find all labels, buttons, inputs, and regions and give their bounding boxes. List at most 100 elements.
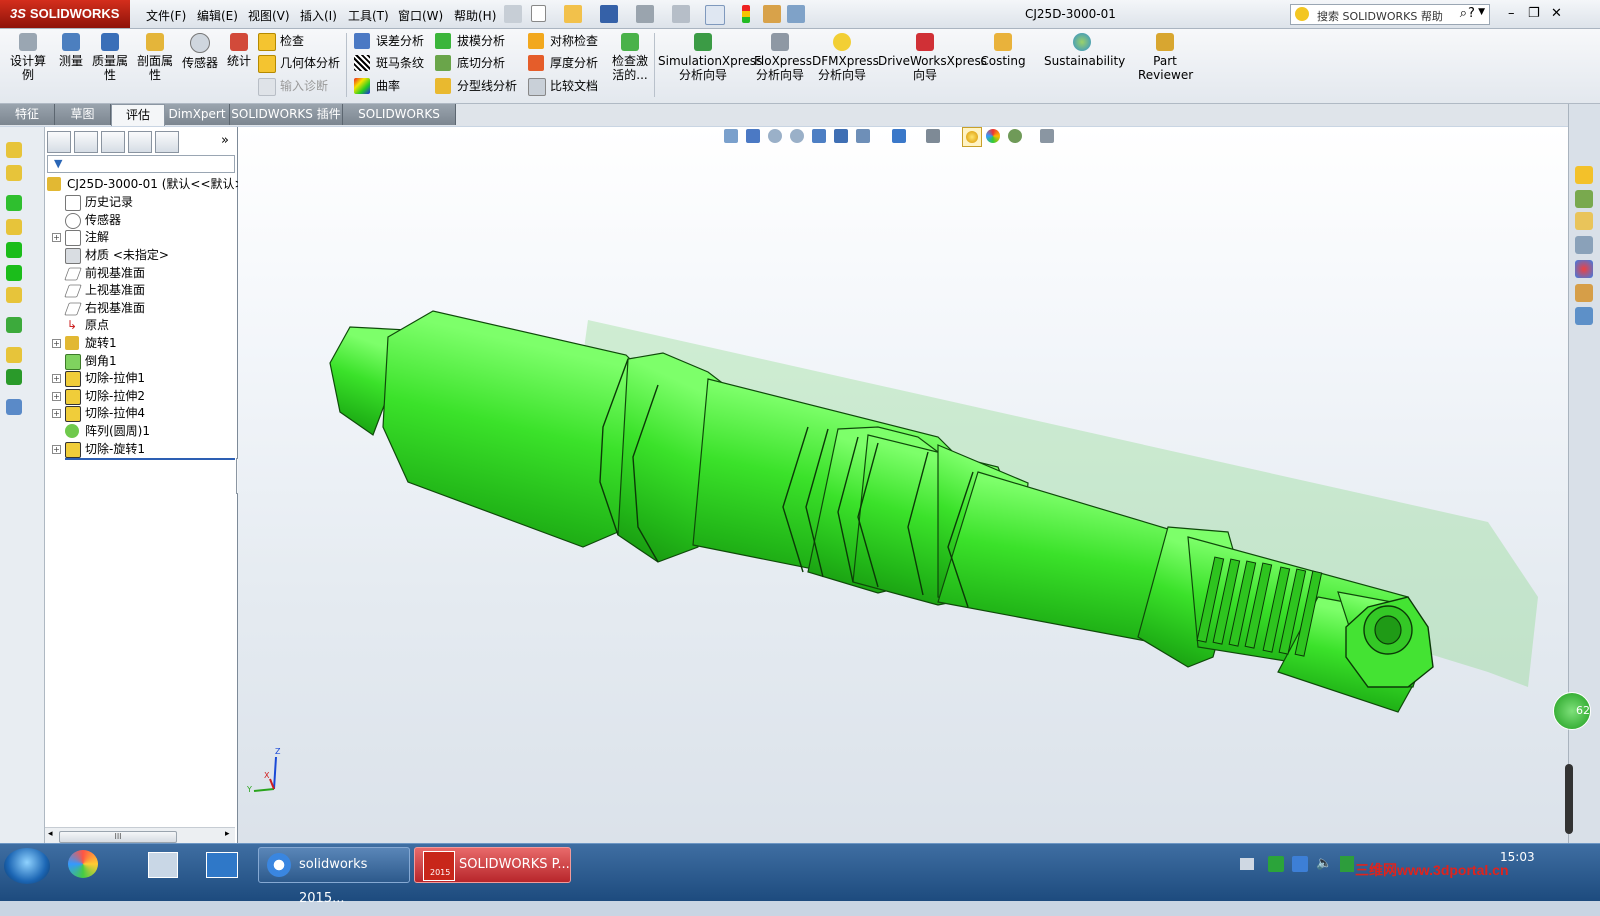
check-button[interactable]: 检查 <box>258 32 304 51</box>
print-icon[interactable] <box>636 5 654 23</box>
pinned-explorer-icon[interactable] <box>148 852 178 878</box>
reference-geometry-icon[interactable] <box>6 347 22 363</box>
scroll-right-icon[interactable]: ▸ <box>225 829 230 839</box>
floxpress-button[interactable]: FloXpress 分析向导 <box>754 33 812 82</box>
extrude-icon[interactable] <box>6 165 22 181</box>
expand-icon[interactable]: + <box>52 233 61 242</box>
part-reviewer-button[interactable]: Part Reviewer <box>1138 33 1193 82</box>
geometry-analysis-button[interactable]: 几何体分析 <box>258 54 340 73</box>
instant3d-icon[interactable] <box>6 399 22 415</box>
curves-icon[interactable] <box>6 369 22 385</box>
search-icon[interactable]: ⌕ <box>1460 6 1467 21</box>
undo-icon[interactable] <box>672 5 690 23</box>
close-icon[interactable]: ✕ <box>1551 6 1562 21</box>
tab-solidworks-addins[interactable]: SOLIDWORKS 插件 <box>230 104 343 125</box>
propertymanager-tab-icon[interactable] <box>74 131 98 153</box>
menu-tools[interactable]: 工具(T) <box>348 7 389 24</box>
view-palette-icon[interactable] <box>1575 236 1593 254</box>
network-icon[interactable] <box>1340 856 1354 872</box>
boss-icon[interactable] <box>6 195 22 211</box>
solidworks-resources-icon[interactable] <box>1575 166 1593 184</box>
undercut-analysis-button[interactable]: 底切分析 <box>435 54 505 72</box>
dfmxpress-button[interactable]: DFMXpress 分析向导 <box>812 33 879 82</box>
menu-view[interactable]: 视图(V) <box>248 7 290 24</box>
search-input[interactable]: 搜索 SOLIDWORKS 帮助 ⌕ ▼ <box>1290 4 1490 25</box>
parting-line-analysis-button[interactable]: 分型线分析 <box>435 77 517 95</box>
tree-filter-input[interactable]: ▼ <box>47 155 235 173</box>
menu-help[interactable]: 帮助(H) <box>454 7 496 24</box>
taskbar-task-browser[interactable]: solidworks 2015... <box>258 847 410 906</box>
zebra-stripes-button[interactable]: 斑马条纹 <box>354 54 424 72</box>
expand-tabs-icon[interactable]: » <box>221 133 229 148</box>
menu-insert[interactable]: 插入(I) <box>300 7 337 24</box>
custom-properties-icon[interactable] <box>1575 284 1593 302</box>
configurationmanager-tab-icon[interactable] <box>101 131 125 153</box>
displaymanager-tab-icon[interactable] <box>155 131 179 153</box>
keyboard-icon[interactable] <box>1240 858 1254 870</box>
expand-icon[interactable]: + <box>52 445 61 454</box>
performance-badge[interactable]: 62 <box>1553 692 1591 730</box>
dimxpertmanager-tab-icon[interactable] <box>128 131 152 153</box>
open-folder-icon[interactable] <box>564 5 582 23</box>
volume-icon[interactable]: 🔈 <box>1316 856 1332 871</box>
menu-file[interactable]: 文件(F) <box>146 7 186 24</box>
menu-window[interactable]: 窗口(W) <box>398 7 443 24</box>
design-study-button[interactable]: 设计算 例 <box>10 33 46 82</box>
expand-icon[interactable]: + <box>52 374 61 383</box>
help-icon[interactable]: ? <box>1468 6 1475 21</box>
tree-horizontal-scrollbar[interactable]: ◂ III ▸ <box>45 827 235 844</box>
costing-button[interactable]: Costing <box>978 33 1028 68</box>
pin-icon[interactable] <box>504 5 522 23</box>
check-active-button[interactable]: 检查激 活的... <box>610 33 650 82</box>
tree-item-cut-revolve1[interactable]: + 切除-旋转1 <box>52 441 235 460</box>
tab-dimxpert[interactable]: DimXpert <box>165 104 230 125</box>
simulationxpress-button[interactable]: SimulationXpress 分析向导 <box>658 33 762 82</box>
statistics-button[interactable]: 统计 <box>225 33 253 68</box>
design-library-icon[interactable] <box>1575 190 1593 208</box>
loft-icon[interactable] <box>6 265 22 281</box>
scroll-thumb[interactable]: III <box>59 831 177 843</box>
traffic-light-icon[interactable] <box>742 5 750 23</box>
flyout-handle[interactable] <box>1565 764 1573 834</box>
appearances-icon[interactable] <box>1575 260 1593 278</box>
expand-icon[interactable]: + <box>52 409 61 418</box>
graphics-area[interactable]: ◫ ◧ – ❐ ✕ <box>238 127 1568 843</box>
customize-icon[interactable] <box>787 5 805 23</box>
curvature-button[interactable]: 曲率 <box>354 77 400 95</box>
sustainability-button[interactable]: Sustainability <box>1044 33 1125 68</box>
menu-edit[interactable]: 编辑(E) <box>197 7 238 24</box>
tab-evaluate[interactable]: 评估 <box>111 104 165 126</box>
file-explorer-icon[interactable] <box>1575 212 1593 230</box>
minimize-icon[interactable]: – <box>1508 6 1515 21</box>
forum-icon[interactable] <box>1575 307 1593 325</box>
section-properties-button[interactable]: 剖面属 性 <box>136 33 174 82</box>
thickness-analysis-button[interactable]: 厚度分析 <box>528 54 598 72</box>
tab-solidworks-mbd[interactable]: SOLIDWORKS MBD <box>343 104 456 142</box>
sweep-icon[interactable] <box>6 242 22 258</box>
expand-icon[interactable]: + <box>52 339 61 348</box>
featuremanager-tab-icon[interactable] <box>47 131 71 153</box>
expand-icon[interactable]: + <box>52 392 61 401</box>
start-button[interactable] <box>4 848 50 884</box>
pinned-desktop-icon[interactable] <box>206 852 238 878</box>
new-document-icon[interactable] <box>531 5 546 22</box>
symmetry-check-button[interactable]: 对称检查 <box>528 32 598 50</box>
tab-features[interactable]: 特征 <box>0 104 55 125</box>
shaft-model[interactable] <box>238 127 1568 843</box>
sensor-button[interactable]: 传感器 <box>181 33 219 70</box>
tab-sketch[interactable]: 草图 <box>55 104 111 125</box>
import-diagnostics-button[interactable]: 输入诊断 <box>258 77 328 96</box>
driveworksxpress-button[interactable]: DriveWorksXpress 向导 <box>878 33 987 82</box>
options-icon[interactable] <box>763 5 781 23</box>
feature-icon[interactable] <box>6 142 22 158</box>
shield-icon[interactable] <box>1292 856 1308 872</box>
deviation-analysis-button[interactable]: 误差分析 <box>354 32 424 50</box>
pinned-app-icon[interactable] <box>68 850 98 878</box>
solidworks-logo[interactable]: 3S SOLIDWORKS <box>0 0 130 28</box>
search-dropdown-icon[interactable]: ▼ <box>1478 7 1485 17</box>
security-icon[interactable] <box>1268 856 1284 872</box>
save-icon[interactable] <box>600 5 618 23</box>
measure-button[interactable]: 测量 <box>57 33 85 68</box>
pattern-icon[interactable] <box>6 317 22 333</box>
scroll-left-icon[interactable]: ◂ <box>48 829 53 839</box>
